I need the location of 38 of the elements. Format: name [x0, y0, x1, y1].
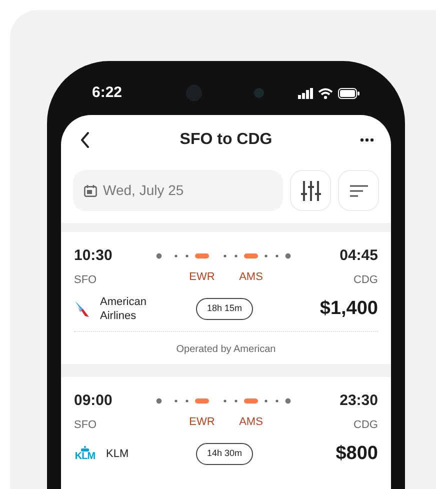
departure-time: 10:30 [74, 247, 114, 265]
sort-button[interactable] [338, 170, 379, 211]
signal-icon [298, 88, 313, 98]
stop-code: EWR [188, 270, 216, 285]
camera-icon [254, 88, 264, 98]
battery-icon [338, 88, 360, 98]
arrival-time: 04:45 [340, 247, 378, 265]
price: $800 [336, 442, 378, 466]
airline-logo: KLM [74, 446, 96, 462]
duration-pill: 14h 30m [196, 443, 254, 464]
origin-code: SFO [74, 418, 98, 433]
filter-button[interactable] [290, 170, 331, 211]
destination-code: CDG [354, 273, 378, 288]
flight-card[interactable]: 10:30 SFO EWR AMS 04:45 CDG American Airlines 18h 15m $1,400 Operated by American [61, 232, 391, 364]
departure-time: 09:00 [74, 392, 114, 410]
screen-title: SFO to CDG [178, 130, 274, 150]
price: $1,400 [320, 296, 378, 320]
stop-code: AMS [238, 270, 264, 285]
duration-pill: 18h 15m [196, 298, 254, 320]
more-icon [360, 138, 374, 142]
sliders-icon [300, 180, 320, 202]
flight-card[interactable]: 09:00 SFO EWR AMS 23:30 CDG KLM KLM 14h 30m $800 [61, 377, 391, 472]
airline-name: American Airlines [100, 294, 148, 323]
airline-logo-icon [74, 300, 90, 318]
calendar-icon [84, 184, 97, 196]
date-value: Wed, July 25 [103, 181, 184, 200]
wifi-icon [318, 88, 333, 98]
date-field[interactable]: Wed, July 25 [73, 170, 283, 211]
origin-code: SFO [74, 273, 98, 288]
back-icon [80, 132, 90, 148]
status-time: 6:22 [92, 82, 124, 103]
destination-code: CDG [354, 418, 378, 433]
sort-icon [350, 184, 368, 196]
airline-name: KLM [106, 446, 130, 461]
operator-note: Operated by American [176, 344, 276, 355]
arrival-time: 23:30 [340, 392, 378, 410]
stop-code: AMS [238, 415, 264, 430]
stop-code: EWR [188, 415, 216, 430]
